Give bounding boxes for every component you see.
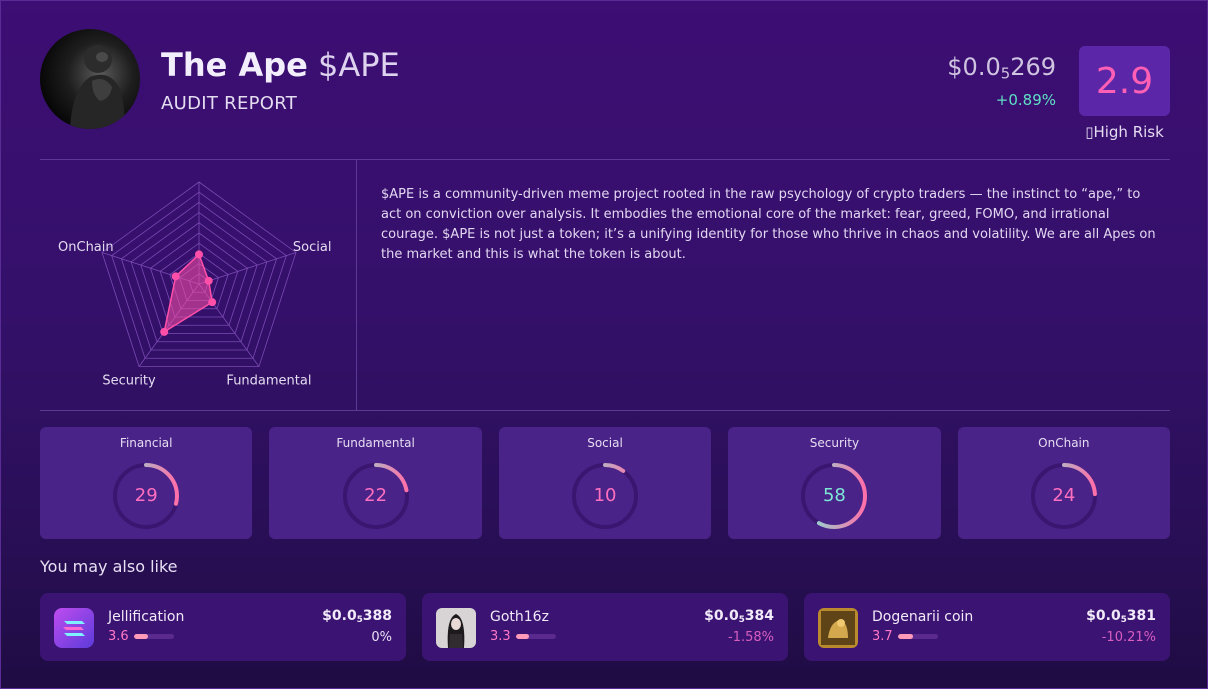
goth-avatar <box>436 608 476 648</box>
score-card-social: Social 10 <box>498 427 712 539</box>
score-card-value: 24 <box>1052 485 1076 506</box>
report-subtitle: AUDIT REPORT <box>161 93 298 114</box>
audit-report-panel: The Ape $APE AUDIT REPORT $0.05269 +0.89… <box>0 0 1208 689</box>
recommendation-price: $0.05388 <box>322 608 392 626</box>
recommendation-score: 3.6 <box>108 629 129 644</box>
also-like-heading: You may also like <box>40 557 178 576</box>
radar-point <box>195 250 203 259</box>
radar-spoke <box>198 252 297 285</box>
recommendation-name: Jellification <box>108 609 185 625</box>
score-card-value: 10 <box>593 485 617 506</box>
radar-axis-label: OnChain <box>58 240 114 255</box>
recommendation-score: 3.7 <box>872 629 893 644</box>
token-avatar <box>40 29 140 129</box>
recommendation-card[interactable]: Dogenarii coin 3.7 $0.05381 -10.21% <box>804 593 1170 661</box>
price-change: +0.89% <box>995 91 1056 109</box>
score-card-label: Fundamental <box>336 436 415 450</box>
risk-label: ▯High Risk <box>1085 123 1164 141</box>
score-card-fundamental: Fundamental 22 <box>269 427 482 539</box>
token-title: The Ape $APE <box>161 46 400 84</box>
recommendation-name: Goth16z <box>490 609 549 625</box>
score-card-value: 29 <box>134 485 158 506</box>
score-card-onchain: OnChain 24 <box>957 427 1171 539</box>
recommendation-change: -1.58% <box>728 630 774 645</box>
recommendation-name: Dogenarii coin <box>872 609 974 625</box>
recommendation-score: 3.3 <box>490 629 511 644</box>
gorilla-icon <box>70 45 125 129</box>
dogenarii-avatar <box>818 608 858 648</box>
score-card-label: OnChain <box>1038 436 1090 450</box>
divider <box>40 410 1170 411</box>
recommendation-change: -10.21% <box>1101 630 1156 645</box>
recommendations: Jellification 3.6 $0.05388 0% Goth16z 3.3 $0.0… <box>40 593 1170 661</box>
radar-chart: Financial Social Fundamental Security OnChai… <box>58 169 332 388</box>
radar-point <box>208 298 217 307</box>
recommendation-change: 0% <box>371 630 392 645</box>
score-card-label: Financial <box>119 436 173 450</box>
score-card-value: 22 <box>364 485 388 506</box>
radar-point <box>160 327 169 336</box>
recommendation-score-bar <box>134 634 174 639</box>
radar-axis-label: Social <box>293 240 332 255</box>
radar-axis-label: Fundamental <box>226 373 311 388</box>
token-name: The Ape <box>161 46 308 84</box>
radar-series-area <box>163 253 214 334</box>
score-card-financial: Financial 29 <box>40 427 253 539</box>
jelly-icon <box>54 608 94 648</box>
score-card-security: Security 58 <box>728 427 941 539</box>
radar-point <box>204 276 213 285</box>
token-ticker: $APE <box>318 46 400 84</box>
divider <box>40 159 1170 160</box>
radar-point <box>171 272 180 281</box>
overall-score: 2.9 <box>1079 46 1170 116</box>
score-card-label: Social <box>587 436 623 450</box>
score-card-value: 58 <box>822 485 846 506</box>
token-description: $APE is a community-driven meme project … <box>381 187 1156 262</box>
radar-axis-label: Financial <box>171 169 228 173</box>
score-card-label: Security <box>809 436 860 450</box>
recommendation-price: $0.05384 <box>704 608 774 626</box>
radar-axis-label: Security <box>102 373 156 388</box>
recommendation-card[interactable]: Jellification 3.6 $0.05388 0% <box>40 593 406 661</box>
recommendation-score-bar <box>516 634 556 639</box>
divider-vertical <box>356 160 357 410</box>
recommendation-score-bar <box>898 634 938 639</box>
recommendation-card[interactable]: Goth16z 3.3 $0.05384 -1.58% <box>422 593 788 661</box>
category-scores: Financial 29 Fundamental 22 Social 10 Security… <box>40 427 1171 539</box>
recommendation-price: $0.05381 <box>1086 608 1156 626</box>
token-price: $0.05269 <box>947 53 1056 83</box>
